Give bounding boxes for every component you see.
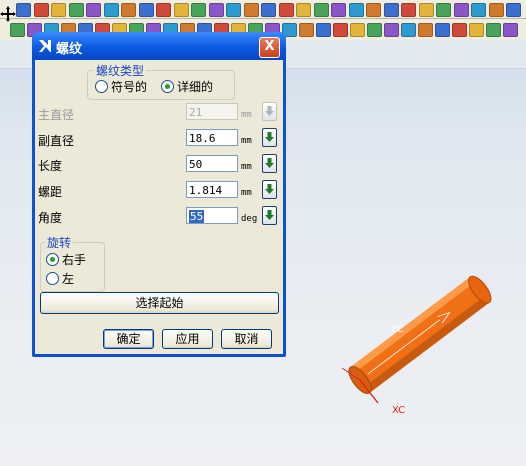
- toolbar-tool-icon[interactable]: [471, 3, 486, 17]
- length-label: 长度: [38, 159, 63, 173]
- close-button[interactable]: X: [259, 37, 280, 58]
- rotation-legend: 旋转: [45, 234, 74, 251]
- close-icon: X: [264, 39, 275, 54]
- toolbar-tool-icon[interactable]: [384, 23, 399, 37]
- minor-diameter-input[interactable]: 18.6: [186, 129, 238, 146]
- toolbar-tool-icon[interactable]: [383, 3, 399, 17]
- down-arrow-icon: [265, 132, 274, 142]
- toolbar-tool-icon[interactable]: [226, 3, 241, 17]
- toolbar-tool-icon[interactable]: [348, 3, 364, 17]
- toolbar-tool-icon[interactable]: [488, 3, 504, 17]
- toolbar-tool-icon[interactable]: [331, 3, 346, 17]
- down-arrow-icon: [265, 158, 274, 168]
- toolbar-tool-icon[interactable]: [243, 3, 259, 17]
- toolbar-tool-icon[interactable]: [418, 23, 433, 37]
- toolbar-tool-icon[interactable]: [296, 3, 311, 17]
- dialog-client: 螺纹类型 符号的 详细的 主直径 21 mm 副直径 18.6 mm 长度 50…: [35, 60, 283, 354]
- minor-diameter-label: 副直径: [38, 134, 75, 148]
- toolbar-tool-icon[interactable]: [16, 3, 31, 17]
- toolbar-tool-icon[interactable]: [121, 3, 136, 17]
- length-unit: mm: [241, 162, 252, 172]
- toolbar-tool-icon[interactable]: [68, 3, 84, 17]
- pitch-input[interactable]: 1.814: [186, 181, 238, 198]
- thread-cylinder-model: [341, 275, 492, 404]
- pitch-unit: mm: [241, 188, 252, 198]
- toolbar-tool-icon[interactable]: [333, 23, 348, 37]
- toolbar-tool-icon[interactable]: [418, 3, 434, 17]
- thread-app-icon: [39, 40, 51, 52]
- toolbar-tool-icon[interactable]: [278, 3, 294, 17]
- xc-axis-label: XC: [392, 405, 406, 416]
- length-options-button[interactable]: [262, 154, 277, 173]
- toolbar-tool-icon[interactable]: [367, 23, 382, 37]
- toolbar-tool-icon[interactable]: [453, 3, 469, 17]
- radio-detailed[interactable]: [161, 80, 174, 93]
- major-diameter-options-button: [262, 102, 277, 121]
- radio-right-hand[interactable]: [46, 253, 59, 266]
- toolbar-tool-icon[interactable]: [33, 3, 49, 17]
- angle-options-button[interactable]: [262, 206, 277, 225]
- length-input[interactable]: 50: [186, 155, 238, 172]
- toolbar-tool-icon[interactable]: [401, 23, 416, 37]
- toolbar-tool-icon[interactable]: [51, 3, 66, 17]
- toolbar-tool-icon[interactable]: [261, 3, 276, 17]
- toolbar-tool-icon[interactable]: [436, 3, 451, 17]
- apply-button[interactable]: 应用: [162, 329, 213, 349]
- toolbar-tool-icon[interactable]: [208, 3, 224, 17]
- toolbar-tool-icon[interactable]: [435, 23, 450, 37]
- pitch-options-button[interactable]: [262, 180, 277, 199]
- toolbar-tool-icon[interactable]: [469, 23, 484, 37]
- radio-detailed-label[interactable]: 详细的: [177, 78, 213, 95]
- toolbar-tool-icon[interactable]: [156, 3, 171, 17]
- thread-type-legend: 螺纹类型: [94, 62, 147, 79]
- radio-symbolic[interactable]: [95, 80, 108, 93]
- toolbar-tool-icon[interactable]: [173, 3, 189, 17]
- minor-diameter-unit: mm: [241, 136, 252, 146]
- pitch-label: 螺距: [38, 185, 63, 199]
- toolbar-tool-icon[interactable]: [10, 23, 25, 37]
- dialog-title-bar[interactable]: 螺纹 X: [32, 32, 286, 60]
- toolbar-tool-icon[interactable]: [313, 3, 329, 17]
- select-start-button[interactable]: 选择起始: [40, 292, 279, 314]
- zc-marker-label: ZC: [391, 325, 404, 335]
- toolbar-tool-icon[interactable]: [366, 3, 381, 17]
- toolbar-tool-icon[interactable]: [103, 3, 119, 17]
- major-diameter-label: 主直径: [38, 108, 75, 122]
- toolbar-tool-icon[interactable]: [86, 3, 101, 17]
- angle-unit: deg: [241, 214, 258, 224]
- toolbar-tool-icon[interactable]: [452, 23, 467, 37]
- thread-dialog: 螺纹 X 螺纹类型 符号的 详细的 主直径 21 mm 副直径 18.6 mm …: [32, 32, 286, 357]
- toolbar-tool-icon[interactable]: [350, 23, 365, 37]
- major-diameter-input: 21: [186, 103, 238, 120]
- cancel-button[interactable]: 取消: [221, 329, 272, 349]
- toolbar-tool-icon[interactable]: [191, 3, 206, 17]
- angle-label: 角度: [38, 211, 63, 225]
- toolbar-tool-icon[interactable]: [486, 23, 501, 37]
- radio-left-hand-label[interactable]: 左: [62, 270, 74, 287]
- toolbar-tool-icon[interactable]: [401, 3, 416, 17]
- down-arrow-icon: [265, 184, 274, 194]
- toolbar-tool-icon[interactable]: [299, 23, 314, 37]
- ok-button[interactable]: 确定: [103, 329, 154, 349]
- radio-right-hand-label[interactable]: 右手: [62, 251, 86, 268]
- angle-input[interactable]: 55: [186, 207, 238, 224]
- major-diameter-unit: mm: [241, 110, 252, 120]
- minor-diameter-options-button[interactable]: [262, 128, 277, 147]
- radio-symbolic-label[interactable]: 符号的: [111, 78, 147, 95]
- toolbar-tool-icon[interactable]: [506, 3, 521, 17]
- toolbar-tool-icon[interactable]: [503, 23, 518, 37]
- dialog-title: 螺纹: [56, 42, 83, 57]
- toolbar-tool-icon[interactable]: [138, 3, 154, 17]
- angle-value-selected: 55: [189, 210, 205, 223]
- down-arrow-icon: [265, 210, 274, 220]
- radio-left-hand[interactable]: [46, 272, 59, 285]
- toolbar-tool-icon[interactable]: [316, 23, 331, 37]
- move-cursor-icon: [0, 6, 16, 22]
- down-arrow-icon: [265, 106, 274, 116]
